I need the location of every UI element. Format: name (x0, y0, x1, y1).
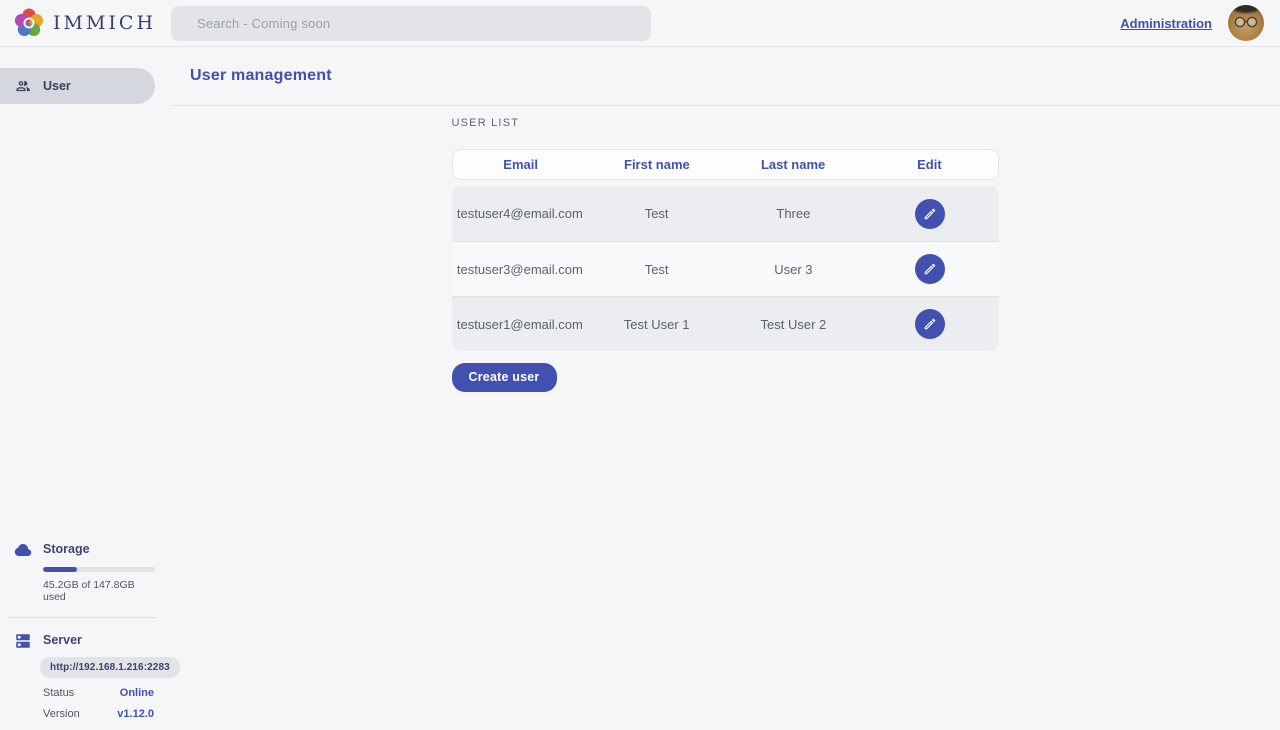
home-brand-link[interactable]: IMMICH (0, 8, 166, 38)
version-value: v1.12.0 (117, 708, 154, 720)
cell-edit (862, 254, 999, 284)
cell-edit (862, 199, 999, 229)
page-header: User management (170, 47, 1280, 106)
status-value: Online (120, 687, 154, 699)
server-version-row: Version v1.12.0 (43, 708, 155, 720)
cell-last-name: User 3 (725, 262, 862, 277)
users-icon (15, 78, 31, 95)
top-nav: IMMICH Administration (0, 0, 1280, 47)
cell-first-name: Test User 1 (588, 317, 725, 332)
pencil-icon (923, 262, 937, 276)
cloud-icon (14, 541, 32, 559)
pencil-icon (923, 317, 937, 331)
search-input[interactable] (171, 6, 651, 41)
column-header-last-name: Last name (725, 157, 861, 172)
cell-first-name: Test (588, 262, 725, 277)
edit-user-button[interactable] (915, 254, 945, 284)
storage-usage-text: 45.2GB of 147.8GB used (43, 579, 155, 603)
server-title: Server (43, 632, 155, 647)
main-content: User management USER LIST Email First na… (170, 47, 1280, 730)
cell-email: testuser4@email.com (452, 206, 589, 221)
server-panel: Server http://192.168.1.216:2283 Status … (0, 632, 155, 720)
sidebar-item-user[interactable]: User (0, 68, 155, 104)
table-row: testuser1@email.comTest User 1Test User … (452, 296, 999, 351)
server-icon (14, 632, 32, 650)
user-avatar[interactable] (1228, 5, 1264, 41)
app-title: IMMICH (53, 12, 156, 34)
sidebar-item-label: User (43, 79, 71, 93)
storage-progress-bar (43, 567, 155, 572)
immich-logo-icon (14, 8, 44, 38)
cell-edit (862, 309, 999, 339)
pencil-icon (923, 207, 937, 221)
user-list-label: USER LIST (452, 117, 999, 129)
column-header-edit: Edit (861, 157, 997, 172)
column-header-first-name: First name (589, 157, 725, 172)
status-label: Status (43, 687, 74, 699)
column-header-email: Email (453, 157, 589, 172)
page-title: User management (190, 67, 332, 85)
glasses-icon (1232, 16, 1260, 28)
storage-progress-fill (43, 567, 77, 572)
sidebar-divider (8, 617, 155, 618)
cell-last-name: Three (725, 206, 862, 221)
cell-email: testuser1@email.com (452, 317, 589, 332)
edit-user-button[interactable] (915, 199, 945, 229)
table-row: testuser3@email.comTestUser 3 (452, 241, 999, 296)
storage-panel: Storage 45.2GB of 147.8GB used (0, 541, 155, 603)
user-table-header: Email First name Last name Edit (452, 149, 999, 180)
server-status-row: Status Online (43, 687, 155, 699)
storage-title: Storage (43, 541, 155, 556)
sidebar-footer: Storage 45.2GB of 147.8GB used Server ht… (0, 541, 155, 720)
version-label: Version (43, 708, 80, 720)
table-row: testuser4@email.comTestThree (452, 186, 999, 241)
edit-user-button[interactable] (915, 309, 945, 339)
administration-link[interactable]: Administration (1120, 16, 1212, 31)
user-table-body: testuser4@email.comTestThreetestuser3@em… (452, 186, 999, 351)
cell-email: testuser3@email.com (452, 262, 589, 277)
cell-first-name: Test (588, 206, 725, 221)
cell-last-name: Test User 2 (725, 317, 862, 332)
sidebar: User Storage 45.2GB of 147.8GB used Serv… (0, 47, 155, 730)
server-url-badge: http://192.168.1.216:2283 (40, 657, 180, 678)
create-user-button[interactable]: Create user (452, 363, 557, 392)
